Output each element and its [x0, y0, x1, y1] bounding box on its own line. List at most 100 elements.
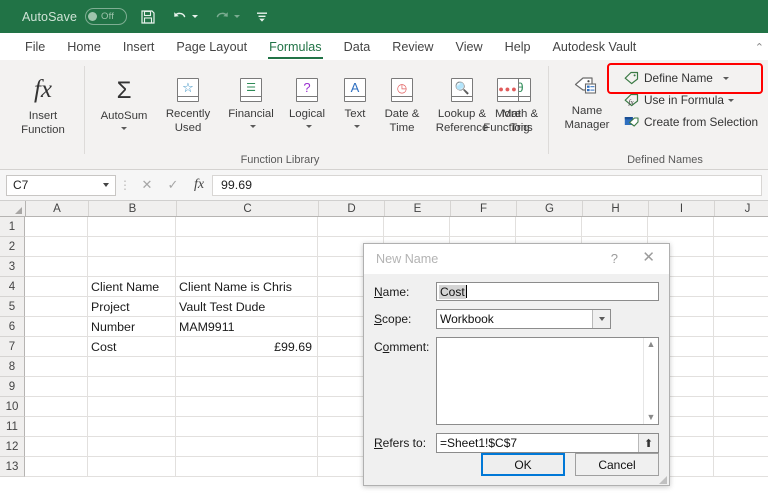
- cell-B11[interactable]: [88, 417, 176, 437]
- logical-button[interactable]: ? Logical: [280, 78, 334, 128]
- cell-B12[interactable]: [88, 437, 176, 457]
- cell-H1[interactable]: [582, 217, 648, 237]
- cell-J2[interactable]: [714, 237, 768, 257]
- cell-J4[interactable]: [714, 277, 768, 297]
- cell-C6[interactable]: MAM9911: [176, 317, 318, 337]
- save-icon[interactable]: [140, 9, 156, 25]
- logical-dropdown-caret[interactable]: [305, 124, 312, 128]
- ok-button[interactable]: OK: [481, 453, 565, 476]
- more-functions-button[interactable]: ●●● More Functions: [474, 78, 542, 135]
- refers-to-input[interactable]: =Sheet1!$C$7 ⬆: [436, 433, 659, 453]
- cell-C10[interactable]: [176, 397, 318, 417]
- cell-C7[interactable]: £99.69: [176, 337, 318, 357]
- name-box[interactable]: C7: [6, 174, 116, 196]
- cell-B9[interactable]: [88, 377, 176, 397]
- cell-B6[interactable]: Number: [88, 317, 176, 337]
- tab-help[interactable]: Help: [494, 35, 542, 60]
- redo-icon[interactable]: [214, 10, 241, 24]
- row-header-7[interactable]: 7: [0, 337, 25, 357]
- autosave-toggle[interactable]: Off: [85, 8, 128, 25]
- tab-home[interactable]: Home: [56, 35, 112, 60]
- text-button[interactable]: A Text: [334, 78, 376, 128]
- row-header-5[interactable]: 5: [0, 297, 25, 317]
- cell-J7[interactable]: [714, 337, 768, 357]
- scroll-down-icon[interactable]: ▼: [647, 413, 656, 422]
- column-header-b[interactable]: B: [89, 201, 177, 216]
- cell-B7[interactable]: Cost: [88, 337, 176, 357]
- column-header-a[interactable]: A: [26, 201, 89, 216]
- collapse-dialog-icon[interactable]: ⬆: [638, 434, 658, 452]
- cell-B1[interactable]: [88, 217, 176, 237]
- row-header-3[interactable]: 3: [0, 257, 25, 277]
- tab-view[interactable]: View: [445, 35, 494, 60]
- cell-B10[interactable]: [88, 397, 176, 417]
- cell-J6[interactable]: [714, 317, 768, 337]
- column-header-i[interactable]: I: [649, 201, 715, 216]
- cell-J3[interactable]: [714, 257, 768, 277]
- cell-C12[interactable]: [176, 437, 318, 457]
- cell-C9[interactable]: [176, 377, 318, 397]
- row-header-1[interactable]: 1: [0, 217, 25, 237]
- column-header-h[interactable]: H: [583, 201, 649, 216]
- row-header-8[interactable]: 8: [0, 357, 25, 377]
- formula-bar-handle[interactable]: ⋮: [116, 179, 134, 191]
- cell-B13[interactable]: [88, 457, 176, 477]
- tab-autodesk-vault[interactable]: Autodesk Vault: [542, 35, 648, 60]
- row-header-6[interactable]: 6: [0, 317, 25, 337]
- row-header-4[interactable]: 4: [0, 277, 25, 297]
- cell-C4[interactable]: Client Name is Chris: [176, 277, 318, 297]
- cell-A11[interactable]: [25, 417, 88, 437]
- scroll-up-icon[interactable]: ▲: [647, 340, 656, 349]
- cell-J8[interactable]: [714, 357, 768, 377]
- cell-A2[interactable]: [25, 237, 88, 257]
- cell-A6[interactable]: [25, 317, 88, 337]
- column-header-c[interactable]: C: [177, 201, 319, 216]
- cell-A1[interactable]: [25, 217, 88, 237]
- dialog-title-bar[interactable]: New Name ? ✕: [364, 244, 669, 274]
- tab-file[interactable]: File: [14, 35, 56, 60]
- scope-dropdown-caret-icon[interactable]: [592, 310, 610, 328]
- cell-B4[interactable]: Client Name: [88, 277, 176, 297]
- cell-C8[interactable]: [176, 357, 318, 377]
- cell-C3[interactable]: [176, 257, 318, 277]
- cancel-icon[interactable]: ✕: [134, 175, 160, 196]
- autosum-dropdown-caret[interactable]: [121, 126, 127, 130]
- cell-I1[interactable]: [648, 217, 714, 237]
- column-header-e[interactable]: E: [385, 201, 451, 216]
- insert-function-button[interactable]: fx Insert Function: [8, 76, 78, 137]
- accept-icon[interactable]: ✓: [160, 175, 186, 196]
- cell-J12[interactable]: [714, 437, 768, 457]
- use-in-formula-button[interactable]: fx Use in Formula: [624, 93, 734, 107]
- recently-used-button[interactable]: ☆ Recently Used: [156, 78, 220, 135]
- financial-dropdown-caret[interactable]: [249, 124, 256, 128]
- row-header-10[interactable]: 10: [0, 397, 25, 417]
- cell-J1[interactable]: [714, 217, 768, 237]
- cell-D1[interactable]: [318, 217, 384, 237]
- cell-A4[interactable]: [25, 277, 88, 297]
- create-from-selection-button[interactable]: Create from Selection: [624, 115, 758, 129]
- formula-input[interactable]: 99.69: [212, 174, 762, 196]
- tab-page-layout[interactable]: Page Layout: [165, 35, 258, 60]
- cell-B5[interactable]: Project: [88, 297, 176, 317]
- tab-insert[interactable]: Insert: [112, 35, 166, 60]
- cell-A8[interactable]: [25, 357, 88, 377]
- cell-A5[interactable]: [25, 297, 88, 317]
- name-box-dropdown-caret[interactable]: [103, 183, 109, 187]
- cell-B3[interactable]: [88, 257, 176, 277]
- column-header-g[interactable]: G: [517, 201, 583, 216]
- column-header-d[interactable]: D: [319, 201, 385, 216]
- scope-select[interactable]: Workbook: [436, 309, 611, 329]
- cell-G1[interactable]: [516, 217, 582, 237]
- column-header-f[interactable]: F: [451, 201, 517, 216]
- row-header-11[interactable]: 11: [0, 417, 25, 437]
- comment-scrollbar[interactable]: ▲ ▼: [643, 338, 658, 424]
- cell-J5[interactable]: [714, 297, 768, 317]
- cell-B2[interactable]: [88, 237, 176, 257]
- ribbon-overflow-chevron-icon[interactable]: ⌃: [755, 41, 764, 54]
- row-header-13[interactable]: 13: [0, 457, 25, 477]
- cell-F1[interactable]: [450, 217, 516, 237]
- cell-A13[interactable]: [25, 457, 88, 477]
- column-header-j[interactable]: J: [715, 201, 768, 216]
- cell-E1[interactable]: [384, 217, 450, 237]
- cell-C11[interactable]: [176, 417, 318, 437]
